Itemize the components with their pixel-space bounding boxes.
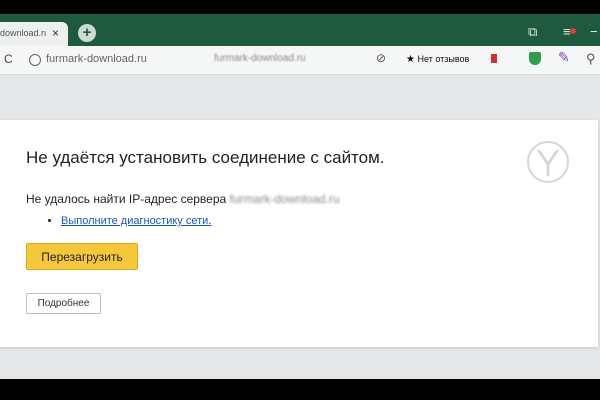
error-message: Не удалось найти IP-адрес сервера furmar… <box>26 192 340 206</box>
yandex-browser-logo-icon <box>527 141 569 183</box>
tab-strip: download.ru × + ⧉ ≡ − <box>0 14 600 46</box>
details-button[interactable]: Подробнее <box>26 293 101 314</box>
top-black-bar <box>0 0 600 14</box>
bottom-black-bar <box>0 379 600 400</box>
refresh-icon[interactable]: C <box>4 52 13 66</box>
zoom-icon[interactable]: ⊘ <box>376 51 386 65</box>
address-bar: C furmark-download.ru furmark-download.r… <box>0 46 600 75</box>
reviews-label: Нет отзывов <box>417 54 470 64</box>
page-area: Не удаётся установить соединение с сайто… <box>0 75 600 379</box>
extension-icon[interactable]: ⚲ <box>586 51 596 67</box>
minimize-icon[interactable]: − <box>590 24 598 39</box>
url-text[interactable]: furmark-download.ru <box>46 53 147 65</box>
error-message-text: Не удалось найти IP-адрес сервера <box>26 192 230 206</box>
error-heading: Не удаётся установить соединение с сайто… <box>26 148 385 167</box>
page-title-text: furmark-download.ru <box>214 53 306 64</box>
reload-button[interactable]: Перезагрузить <box>26 243 138 270</box>
reviews-button[interactable]: ★ Нет отзывов <box>406 54 469 65</box>
active-tab[interactable]: download.ru × <box>0 22 68 46</box>
error-host: furmark-download.ru <box>229 192 340 206</box>
tab-title: download.ru <box>0 28 46 38</box>
diagnostics-suffix: . <box>208 215 212 227</box>
close-tab-icon[interactable]: × <box>52 26 59 40</box>
error-card: Не удаётся установить соединение с сайто… <box>0 120 598 347</box>
globe-icon <box>29 54 41 66</box>
bookmark-icon[interactable] <box>491 54 497 63</box>
list-bullet <box>48 219 51 222</box>
diagnostics-link-wrap: Выполните диагностику сети. <box>61 215 211 227</box>
pen-icon[interactable]: ✎ <box>558 49 570 66</box>
collections-icon[interactable]: ⧉ <box>528 24 537 40</box>
notification-badge <box>570 28 576 34</box>
shield-icon[interactable] <box>529 52 541 65</box>
new-tab-button[interactable]: + <box>78 24 96 42</box>
diagnostics-link[interactable]: Выполните диагностику сети <box>61 215 208 227</box>
star-icon: ★ <box>406 54 415 65</box>
